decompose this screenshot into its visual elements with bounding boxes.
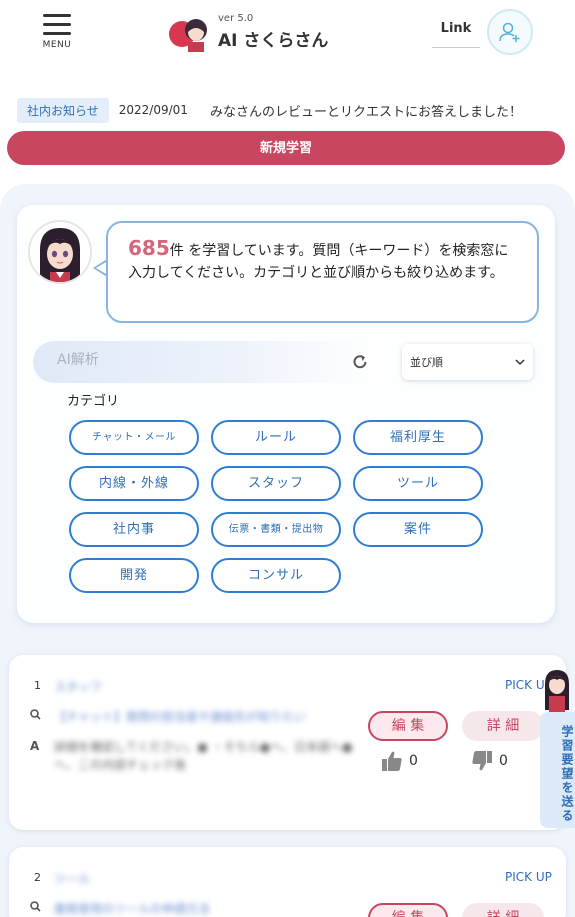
category-documents[interactable]: 伝票・書類・提出物 <box>211 512 341 547</box>
result-question[interactable]: 【チャット】質問の担当者や連絡先が知りたい <box>54 708 334 725</box>
link-button[interactable]: Link <box>432 10 480 48</box>
intro-text: 件 を学習しています。質問（キーワード）を検索窓に入力してください。カテゴリと並… <box>128 243 509 281</box>
thumbs-down-icon <box>472 751 492 771</box>
result-category: スタッフ <box>54 680 103 694</box>
like-count: 0 <box>409 753 418 769</box>
category-projects[interactable]: 案件 <box>353 512 483 547</box>
edit-button[interactable]: 編 集 <box>368 903 448 917</box>
notice-date: 2022/09/01 <box>118 103 188 117</box>
notice-text[interactable]: みなさんのレビューとリクエストにお答えしました！ <box>210 101 522 120</box>
category-hr[interactable]: 社内事 <box>69 512 199 547</box>
menu-button[interactable]: MENU <box>42 14 72 50</box>
category-welfare[interactable]: 福利厚生 <box>353 420 483 455</box>
like-button[interactable]: 0 <box>381 750 418 772</box>
category-tools[interactable]: ツール <box>353 466 483 501</box>
hamburger-icon <box>43 14 71 17</box>
app-title: AI さくらさん <box>218 30 329 51</box>
sakura-avatar <box>28 220 92 284</box>
category-rules[interactable]: ルール <box>211 420 341 455</box>
search-box <box>33 341 380 383</box>
category-chat-mail[interactable]: チャット・メール <box>69 420 199 455</box>
question-search-icon <box>30 709 41 723</box>
request-learning-tab[interactable]: 学習要望を送る <box>540 712 575 828</box>
notice-badge: 社内お知らせ <box>17 97 109 123</box>
add-user-button[interactable] <box>487 9 533 55</box>
category-phone-extension[interactable]: 内線・外線 <box>69 466 199 501</box>
pickup-badge: PICK UP <box>505 870 552 884</box>
new-learning-button[interactable]: 新規学習 <box>7 131 565 165</box>
version-label: ver 5.0 <box>218 12 254 24</box>
learned-count: 685 <box>128 236 170 260</box>
header: MENU ver 5.0 AI さくらさん Link <box>0 0 575 70</box>
category-consulting[interactable]: コンサル <box>211 558 341 593</box>
result-rank: 2 <box>34 871 41 884</box>
sakura-logo-icon <box>168 12 214 52</box>
dislike-button[interactable]: 0 <box>471 750 508 772</box>
chevron-down-icon <box>515 359 525 366</box>
menu-label: MENU <box>42 40 72 50</box>
result-category: ツール <box>54 872 91 886</box>
search-input[interactable] <box>57 352 317 368</box>
dislike-count: 0 <box>499 753 508 769</box>
question-search-icon <box>30 901 41 915</box>
refresh-icon[interactable] <box>350 352 370 372</box>
hamburger-icon-bar <box>43 23 71 26</box>
hamburger-icon-bar <box>43 32 71 35</box>
category-development[interactable]: 開発 <box>69 558 199 593</box>
intro-speech-bubble: 685件 を学習しています。質問（キーワード）を検索窓に入力してください。カテゴ… <box>106 221 539 323</box>
edit-button[interactable]: 編 集 <box>368 711 448 741</box>
sort-select[interactable]: 並び順 <box>402 344 533 380</box>
category-staff[interactable]: スタッフ <box>211 466 341 501</box>
result-question[interactable]: 業務使用のツールの申請方法 <box>54 900 210 917</box>
detail-button[interactable]: 詳 細 <box>462 903 544 917</box>
result-answer: 詳細を確認してください。● ・そちら●へ、日本語へ●へ、この内容チェック後 <box>54 740 353 772</box>
category-heading: カテゴリ <box>67 394 120 409</box>
logo[interactable]: ver 5.0 AI さくらさん <box>168 12 328 52</box>
detail-button[interactable]: 詳 細 <box>462 711 544 741</box>
side-sakura-icon <box>540 668 574 714</box>
sort-selected-value: 並び順 <box>410 356 443 369</box>
thumbs-up-icon <box>382 751 402 771</box>
result-rank: 1 <box>34 679 41 692</box>
answer-a-icon: A <box>30 739 40 753</box>
add-user-icon <box>499 22 520 42</box>
notice-bar[interactable]: 社内お知らせ 2022/09/01 みなさんのレビューとリクエストにお答えしまし… <box>17 97 522 123</box>
